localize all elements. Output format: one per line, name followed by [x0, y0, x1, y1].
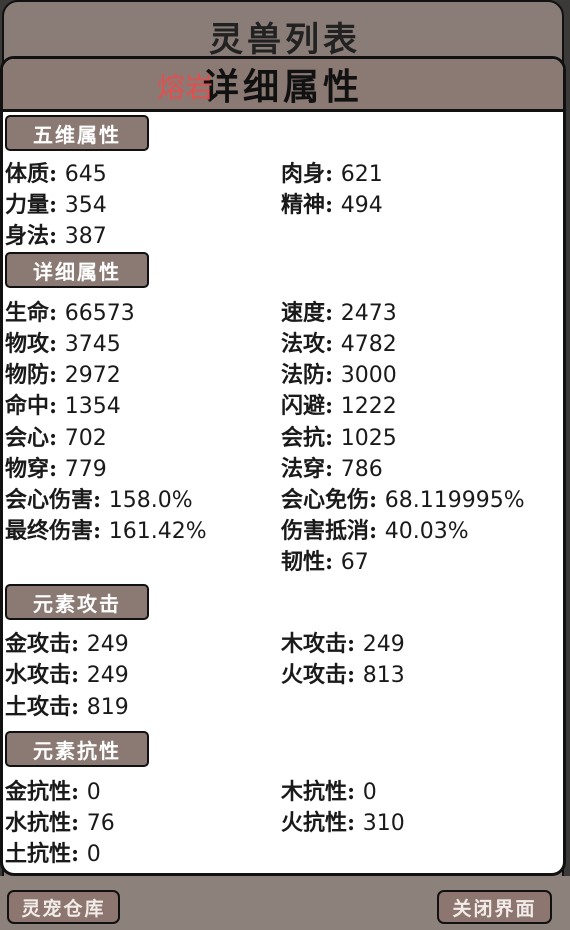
pet-storage-button[interactable]: 灵宠仓库 [7, 890, 120, 924]
variant-label: 熔岩 [157, 71, 214, 104]
stat-row: 身法: 387 [5, 223, 107, 249]
stat-row: 土攻击: 819 [5, 694, 129, 720]
stat-row: 生命: 66573 [5, 300, 135, 326]
stat-row: 闪避: 1222 [281, 393, 397, 419]
stat-row: 会心伤害: 158.0% [5, 487, 193, 513]
close-ui-button[interactable]: 关闭界面 [437, 890, 552, 924]
stat-row: 物穿: 779 [5, 456, 107, 482]
stat-row: 水抗性: 76 [5, 810, 115, 836]
stat-row: 火攻击: 813 [281, 662, 405, 688]
stat-row: 命中: 1354 [5, 393, 121, 419]
stat-row: 金抗性: 0 [5, 779, 101, 805]
stat-row: 体质: 645 [5, 161, 107, 187]
stat-row: 土抗性: 0 [5, 841, 101, 867]
stat-row: 木攻击: 249 [281, 631, 405, 657]
stat-row: 水攻击: 249 [5, 662, 129, 688]
stat-row: 金攻击: 249 [5, 631, 129, 657]
stat-row: 法防: 3000 [281, 362, 397, 388]
stat-row: 速度: 2473 [281, 300, 397, 326]
stat-row: 会心: 702 [5, 425, 107, 451]
stat-row: 精神: 494 [281, 192, 383, 218]
stat-row: 最终伤害: 161.42% [5, 518, 207, 544]
stat-row: 会心免伤: 68.119995% [281, 487, 525, 513]
beast-list-title: 灵兽列表 [209, 20, 361, 60]
stat-row: 火抗性: 310 [281, 810, 405, 836]
section-detail-tag: 详细属性 [5, 252, 149, 288]
section-element-attack-tag: 元素攻击 [5, 584, 149, 620]
stat-row: 木抗性: 0 [281, 779, 377, 805]
stat-row: 法攻: 4782 [281, 331, 397, 357]
stat-row: 力量: 354 [5, 192, 107, 218]
stat-row: 物防: 2972 [5, 362, 121, 388]
stat-row: 伤害抵消: 40.03% [281, 518, 469, 544]
stat-row: 韧性: 67 [281, 549, 369, 575]
stat-row: 物攻: 3745 [5, 331, 121, 357]
stat-row: 法穿: 786 [281, 456, 383, 482]
section-element-resist-tag: 元素抗性 [5, 731, 149, 767]
stat-row: 肉身: 621 [281, 161, 383, 187]
stat-row: 会抗: 1025 [281, 425, 397, 451]
popup-title: 详细属性 [3, 59, 563, 112]
section-basic-tag: 五维属性 [5, 115, 149, 151]
